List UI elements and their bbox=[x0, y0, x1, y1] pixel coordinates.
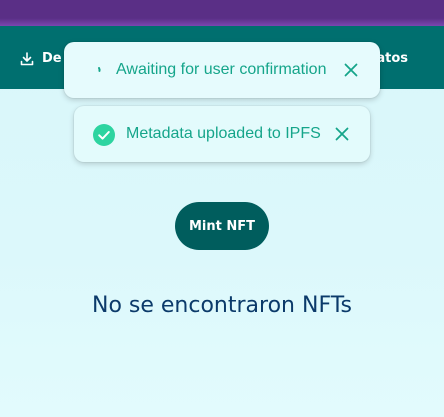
nav-download-link[interactable]: De bbox=[20, 50, 62, 68]
download-icon bbox=[20, 52, 34, 66]
mint-nft-button[interactable]: Mint NFT bbox=[175, 202, 269, 250]
toast-message: Awaiting for user confirmation bbox=[116, 61, 327, 78]
close-icon[interactable] bbox=[334, 126, 350, 142]
toast-metadata-uploaded: Metadata uploaded to IPFS bbox=[74, 106, 370, 162]
check-circle-icon bbox=[93, 124, 115, 146]
nav-right-link[interactable]: atos bbox=[376, 50, 408, 68]
empty-state-message: No se encontraron NFTs bbox=[92, 293, 352, 318]
spinner-icon bbox=[94, 67, 101, 76]
top-bar bbox=[0, 0, 444, 26]
nav-download-label: De bbox=[42, 51, 62, 66]
toast-awaiting-confirmation: Awaiting for user confirmation bbox=[64, 42, 380, 98]
close-icon[interactable] bbox=[343, 62, 359, 78]
toast-message: Metadata uploaded to IPFS bbox=[126, 125, 321, 142]
